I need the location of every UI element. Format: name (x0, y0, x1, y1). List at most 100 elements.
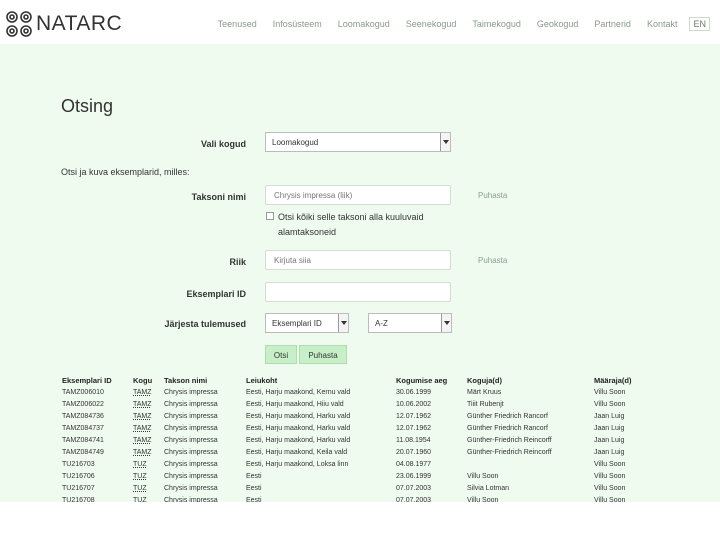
column-header[interactable]: Takson nimi (164, 374, 246, 386)
sort-order-select[interactable]: A-Z (368, 313, 452, 333)
top-bar: NATARC Teenused Infosüsteem Loomakogud S… (0, 0, 720, 44)
column-header[interactable]: Eksemplari ID (62, 374, 133, 386)
collector-cell: Märt Kruus (467, 388, 502, 396)
taxon-input[interactable]: Chrysis impressa (liik) (265, 185, 451, 205)
knot-logo-icon (6, 11, 32, 37)
collection-cell[interactable]: TAMZ (133, 398, 164, 410)
nav-partnerid[interactable]: Partnerid (594, 19, 631, 31)
date-cell: 07.07.2003 (396, 484, 432, 492)
specimen-id-cell[interactable]: TAMZ084741 (62, 434, 133, 446)
date-cell: 07.07.2003 (396, 496, 432, 503)
collection-select[interactable]: Loomakogud (265, 132, 451, 152)
locality-cell: Eesti, Harju maakond, Kernu vald (246, 388, 351, 396)
specimen-id-cell[interactable]: TU216703 (62, 458, 133, 470)
nav-kontakt[interactable]: Kontakt (647, 19, 678, 31)
collector-cell: Günther Friedrich Rancorf (467, 412, 548, 420)
nav-taimekogud[interactable]: Taimekogud (472, 19, 521, 31)
table-row[interactable]: TU216708 TUZ Chrysis impressa Eesti 07.0… (62, 494, 652, 503)
specimen-id-cell[interactable]: TU216707 (62, 482, 133, 494)
locality-cell: Eesti (246, 496, 262, 503)
table-row[interactable]: TAMZ084736 TAMZ Chrysis impressa Eesti, … (62, 410, 652, 422)
table-row[interactable]: TAMZ084749 TAMZ Chrysis impressa Eesti, … (62, 446, 652, 458)
specimen-id-cell[interactable]: TAMZ084749 (62, 446, 133, 458)
taxon-cell[interactable]: Chrysis impressa (164, 482, 246, 494)
column-header[interactable]: Kogu (133, 374, 164, 386)
collection-cell[interactable]: TAMZ (133, 422, 164, 434)
determiner-cell: Villu Soon (594, 484, 626, 492)
determiner-cell: Jaan Luig (594, 424, 625, 432)
specimen-id-cell[interactable]: TAMZ084736 (62, 410, 133, 422)
determiner-cell: Villu Soon (594, 496, 626, 503)
collection-cell[interactable]: TUZ (133, 494, 164, 503)
column-header[interactable]: Koguja(d) (467, 374, 594, 386)
taxon-cell[interactable]: Chrysis impressa (164, 386, 246, 398)
locality-cell: Eesti (246, 472, 262, 480)
taxon-cell[interactable]: Chrysis impressa (164, 458, 246, 470)
specimen-id-cell[interactable]: TU216708 (62, 494, 133, 503)
specimen-id-cell[interactable]: TU216706 (62, 470, 133, 482)
taxon-cell[interactable]: Chrysis impressa (164, 494, 246, 503)
brand-name: NATARC (36, 12, 123, 35)
nav-teenused[interactable]: Teenused (218, 19, 257, 31)
language-switch[interactable]: EN (689, 17, 710, 31)
include-subtaxa-label: Otsi kõiki selle taksoni alla kuuluvaid (278, 212, 424, 222)
include-subtaxa-label-2: alamtaksoneid (278, 227, 337, 237)
determiner-cell: Jaan Luig (594, 448, 625, 456)
taxon-cell[interactable]: Chrysis impressa (164, 410, 246, 422)
table-row[interactable]: TAMZ006010 TAMZ Chrysis impressa Eesti, … (62, 386, 652, 398)
table-row[interactable]: TAMZ084741 TAMZ Chrysis impressa Eesti, … (62, 434, 652, 446)
date-cell: 30.06.1999 (396, 388, 432, 396)
chevron-down-icon (440, 133, 450, 151)
results-table: Eksemplari ID Kogu Takson nimi Leiukoht … (62, 374, 652, 503)
table-row[interactable]: TU216706 TUZ Chrysis impressa Eesti 23.0… (62, 470, 652, 482)
taxon-cell[interactable]: Chrysis impressa (164, 398, 246, 410)
determiner-cell: Jaan Luig (594, 412, 625, 420)
country-input[interactable]: Kirjuta siia (265, 250, 451, 270)
date-cell: 12.07.1962 (396, 424, 432, 432)
brand-logo[interactable]: NATARC (4, 10, 122, 38)
taxon-cell[interactable]: Chrysis impressa (164, 434, 246, 446)
date-cell: 23.06.1999 (396, 472, 432, 480)
table-row[interactable]: TU216707 TUZ Chrysis impressa Eesti 07.0… (62, 482, 652, 494)
nav-geokogud[interactable]: Geokogud (537, 19, 579, 31)
specimen-id-cell[interactable]: TAMZ084737 (62, 422, 133, 434)
table-row[interactable]: TAMZ006022 TAMZ Chrysis impressa Eesti, … (62, 398, 652, 410)
collector-cell: Villu Soon (467, 472, 499, 480)
column-header[interactable]: Kogumise aeg (396, 374, 467, 386)
collection-cell[interactable]: TUZ (133, 482, 164, 494)
collection-cell[interactable]: TUZ (133, 458, 164, 470)
determiner-cell: Villu Soon (594, 400, 626, 408)
nav-loomakogud[interactable]: Loomakogud (338, 19, 390, 31)
column-header[interactable]: Määraja(d) (594, 374, 652, 386)
taxon-clear-link[interactable]: Puhasta (478, 191, 507, 200)
taxon-cell[interactable]: Chrysis impressa (164, 422, 246, 434)
taxon-cell[interactable]: Chrysis impressa (164, 446, 246, 458)
include-subtaxa-checkbox[interactable] (266, 212, 274, 220)
table-row[interactable]: TAMZ084737 TAMZ Chrysis impressa Eesti, … (62, 422, 652, 434)
search-button[interactable]: Otsi (265, 345, 297, 364)
sort-order-value: A-Z (375, 319, 388, 328)
taxon-cell[interactable]: Chrysis impressa (164, 470, 246, 482)
page-title: Otsing (61, 96, 114, 116)
sort-field-value: Eksemplari ID (272, 319, 322, 328)
table-row[interactable]: TU216703 TUZ Chrysis impressa Eesti, Har… (62, 458, 652, 470)
sort-field-select[interactable]: Eksemplari ID (265, 313, 349, 333)
search-page: Otsing Vali kogud Loomakogud Otsi ja kuv… (0, 44, 720, 502)
country-clear-link[interactable]: Puhasta (478, 256, 507, 265)
locality-cell: Eesti, Harju maakond, Harku vald (246, 436, 351, 444)
clear-button[interactable]: Puhasta (299, 345, 347, 364)
collection-cell[interactable]: TAMZ (133, 386, 164, 398)
nav-seenekogud[interactable]: Seenekogud (406, 19, 457, 31)
specimen-id-input[interactable] (265, 282, 451, 302)
collection-cell[interactable]: TAMZ (133, 446, 164, 458)
chevron-down-icon (441, 314, 451, 332)
column-header[interactable]: Leiukoht (246, 374, 396, 386)
specimen-id-cell[interactable]: TAMZ006022 (62, 398, 133, 410)
main-nav: Teenused Infosüsteem Loomakogud Seenekog… (202, 17, 710, 31)
nav-infosysteem[interactable]: Infosüsteem (273, 19, 322, 31)
collection-cell[interactable]: TAMZ (133, 434, 164, 446)
collection-cell[interactable]: TUZ (133, 470, 164, 482)
collection-cell[interactable]: TAMZ (133, 410, 164, 422)
specimen-id-cell[interactable]: TAMZ006010 (62, 386, 133, 398)
sort-label: Järjesta tulemused (164, 319, 246, 329)
